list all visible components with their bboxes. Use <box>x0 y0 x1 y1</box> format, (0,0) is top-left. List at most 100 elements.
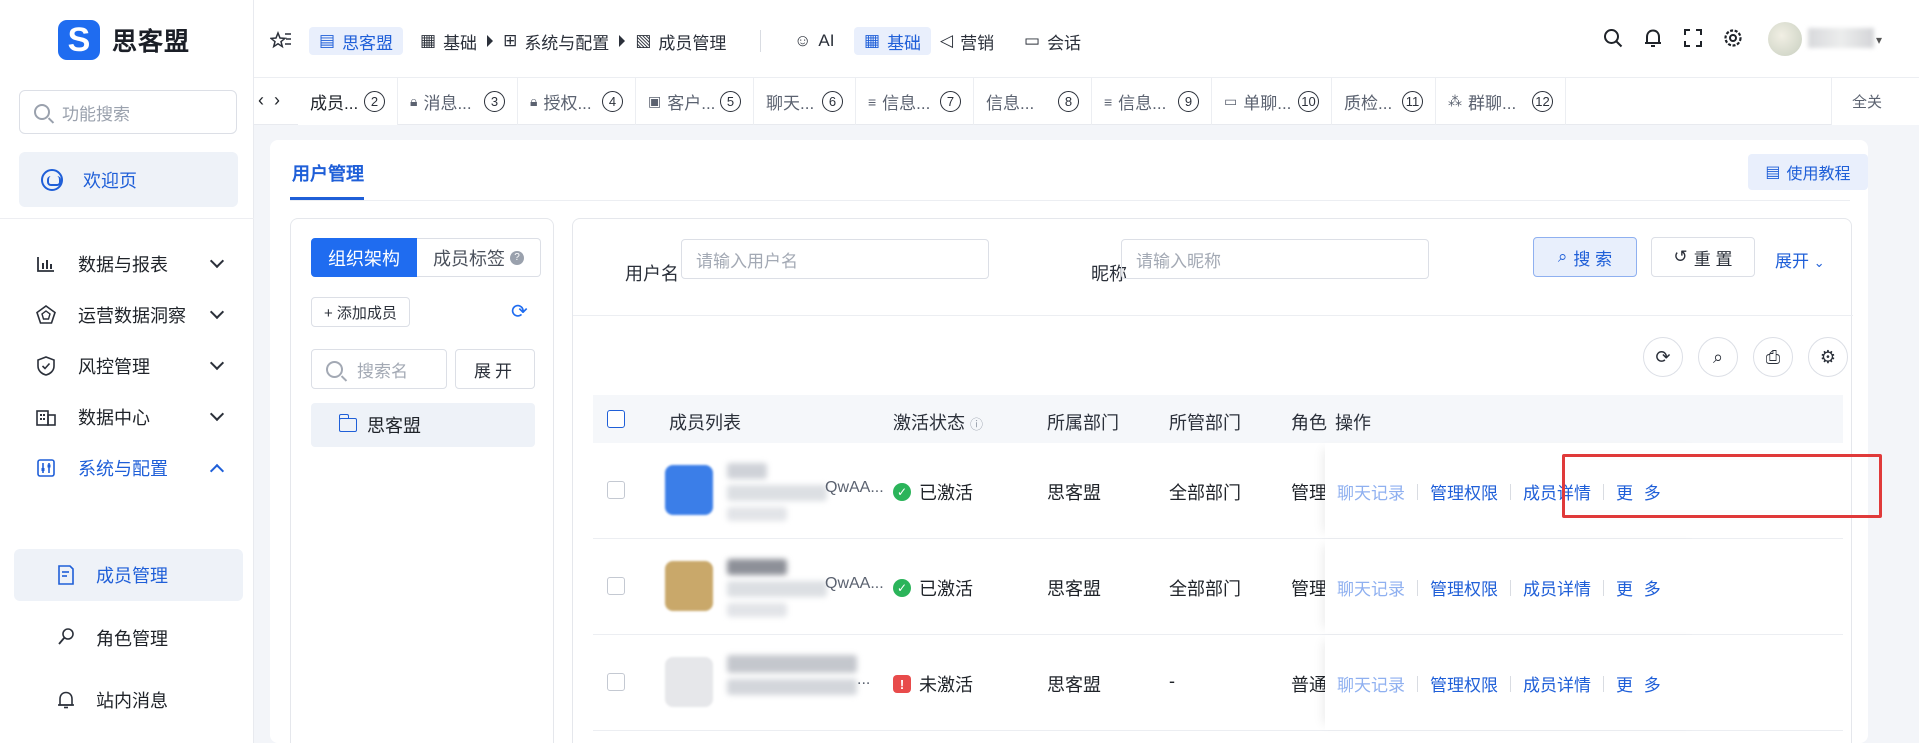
module-session[interactable]: ▭ 会话 <box>1024 27 1081 55</box>
sidebar-item-data-reports[interactable]: 数据与报表 <box>0 239 254 289</box>
breadcrumb-item-base[interactable]: 基础 <box>443 29 477 54</box>
filter-divider <box>573 315 1853 316</box>
app-root: S 思客盟 功能搜索 欢迎页 数据与报表 运营数据洞察 风控管理 数据中心 系统… <box>0 0 1919 743</box>
tabs-bar: ‹› 成员... 2 🔒︎ 消息... 3 🔒︎ 授权... 4 ▣ 客户...… <box>254 78 1919 125</box>
module-base[interactable]: ▦ 基础 <box>854 27 932 55</box>
sidebar-item-risk-control[interactable]: 风控管理 <box>0 341 254 391</box>
sidebar-item-label: 风控管理 <box>78 357 150 377</box>
tab-user-management[interactable]: 用户管理 <box>292 160 364 186</box>
member-tags-tab[interactable]: 成员标签 ? <box>417 238 541 277</box>
member-meta-blurred <box>727 603 787 617</box>
member-details-link[interactable]: 成员详情 <box>1523 671 1591 696</box>
org-switch-pill[interactable]: ▤ 思客盟 <box>309 27 404 55</box>
tab-single-chat[interactable]: ▭ 单聊... 10 <box>1212 78 1332 125</box>
sidebar-subitem-site-messages[interactable]: 站内消息 <box>14 674 243 726</box>
nickname-input[interactable]: 请输入昵称 <box>1121 239 1429 279</box>
member-details-link[interactable]: 成员详情 <box>1523 575 1591 600</box>
chevron-down-icon[interactable]: ▾ <box>1876 33 1882 47</box>
table-row: QwAA... ✓ 已激活 思客盟 全部部门 管理员 聊天记录 管理权限 <box>593 539 1843 635</box>
expand-filters-link[interactable]: 展开 ⌄ <box>1775 247 1825 272</box>
chat-icon: ▭ <box>1024 31 1041 50</box>
tab-customer[interactable]: ▣ 客户... 5 <box>636 78 754 125</box>
tab-index-badge: 12 <box>1532 91 1553 112</box>
sidebar-subitem-role-management[interactable]: 角色管理 <box>14 612 243 664</box>
tree-node-root[interactable]: 思客盟 <box>311 403 535 447</box>
col-activation: 激活状态 ⓘ <box>893 409 983 435</box>
key-icon <box>56 628 76 648</box>
tab-qc[interactable]: 质检... 11 <box>1332 78 1436 125</box>
row-checkbox[interactable] <box>607 577 625 595</box>
list-search-icon: ≡ <box>868 93 877 110</box>
refresh-icon[interactable]: ⟳ <box>1643 337 1683 377</box>
refresh-icon[interactable]: ⟳ <box>511 299 528 324</box>
fullscreen-icon[interactable] <box>1681 26 1705 50</box>
module-marketing[interactable]: ◁ 营销 <box>940 27 994 55</box>
row-checkbox[interactable] <box>607 673 625 691</box>
breadcrumb-item-member[interactable]: 成员管理 <box>658 29 726 54</box>
col-managed-dept: 所管部门 <box>1169 413 1241 433</box>
manage-permissions-link[interactable]: 管理权限 <box>1430 575 1498 600</box>
tab-auth[interactable]: 🔒︎ 授权... 4 <box>518 78 636 125</box>
sidebar: S 思客盟 功能搜索 欢迎页 数据与报表 运营数据洞察 风控管理 数据中心 系统… <box>0 0 254 743</box>
chat-history-link[interactable]: 聊天记录 <box>1337 479 1405 504</box>
tab-group-chat[interactable]: ⁂ 群聊... 12 <box>1436 78 1566 125</box>
status-badge: ✓ 已激活 <box>893 479 973 505</box>
search-button[interactable]: ⌕ 搜 索 <box>1533 237 1637 277</box>
shield-check-icon <box>36 356 56 376</box>
tab-message[interactable]: 🔒︎ 消息... 3 <box>398 78 518 125</box>
check-circle-icon: ✓ <box>893 483 911 501</box>
username-input[interactable]: 请输入用户名 <box>681 239 989 279</box>
tab-member[interactable]: 成员... 2 <box>298 78 398 125</box>
gear-icon[interactable]: ⚙ <box>1808 337 1848 377</box>
tab-info-1[interactable]: ≡ 信息... 7 <box>856 78 974 125</box>
manage-permissions-link[interactable]: 管理权限 <box>1430 671 1498 696</box>
tutorial-label: 使用教程 <box>1786 166 1851 183</box>
select-all-checkbox[interactable] <box>607 410 625 428</box>
tutorial-button[interactable]: ▤ 使用教程 <box>1748 154 1868 190</box>
sidebar-subitem-member-management[interactable]: 成员管理 <box>14 549 243 601</box>
search-icon[interactable] <box>1601 26 1625 50</box>
manage-permissions-link[interactable]: 管理权限 <box>1430 479 1498 504</box>
breadcrumb-item-system[interactable]: 系统与配置 <box>524 29 609 54</box>
tab-chat[interactable]: 聊天... 6 <box>754 78 856 125</box>
print-icon[interactable]: ⎙ <box>1753 337 1793 377</box>
add-member-button[interactable]: + 添加成员 <box>311 297 410 327</box>
sidebar-item-ops-insight[interactable]: 运营数据洞察 <box>0 290 254 340</box>
tab-info-2[interactable]: 信息... 8 <box>974 78 1092 125</box>
function-search-input[interactable]: 功能搜索 <box>19 90 237 134</box>
reset-button[interactable]: ↺ 重 置 <box>1651 237 1755 277</box>
close-all-tabs-button[interactable]: 全关 <box>1831 78 1919 125</box>
status-badge: ! 未激活 <box>893 671 973 697</box>
search-icon[interactable]: ⌕ <box>1698 337 1738 377</box>
contact-card-icon: ▣ <box>648 93 662 109</box>
more-actions-link[interactable]: 更 多 <box>1616 575 1664 600</box>
sidebar-item-data-center[interactable]: 数据中心 <box>0 392 254 442</box>
tab-info-3[interactable]: ≡ 信息... 9 <box>1092 78 1212 125</box>
member-id-blurred <box>727 581 827 597</box>
username-label: 用户名 <box>625 264 679 284</box>
module-ai[interactable]: ☺ AI <box>794 27 834 55</box>
sidebar-item-welcome[interactable]: 欢迎页 <box>19 152 238 207</box>
member-doc-icon <box>56 565 76 585</box>
expand-tree-button[interactable]: 展开 <box>455 349 535 389</box>
grid-icon: ▦ <box>420 31 437 50</box>
sidebar-subitem-label: 站内消息 <box>96 691 168 711</box>
chevron-down-icon <box>209 304 225 320</box>
chat-history-link[interactable]: 聊天记录 <box>1337 575 1405 600</box>
tab-scroll-arrows[interactable]: ‹› <box>258 90 290 111</box>
cell-department: 思客盟 <box>1047 483 1101 503</box>
sidebar-item-system-config[interactable]: 系统与配置 <box>0 443 254 493</box>
cell-role: 普通成员 <box>1291 675 1327 695</box>
bell-icon[interactable] <box>1641 26 1665 50</box>
user-avatar[interactable] <box>1768 22 1802 56</box>
more-actions-link[interactable]: 更 多 <box>1616 671 1664 696</box>
chevron-down-icon <box>209 406 225 422</box>
chat-history-link[interactable]: 聊天记录 <box>1337 671 1405 696</box>
org-structure-tab[interactable]: 组织架构 <box>311 238 417 277</box>
row-checkbox[interactable] <box>607 481 625 499</box>
gear-icon[interactable] <box>1721 26 1745 50</box>
app-logo[interactable]: S 思客盟 <box>58 20 190 60</box>
status-badge: ✓ 已激活 <box>893 575 973 601</box>
favorites-icon[interactable] <box>270 27 292 55</box>
org-search-input[interactable]: 搜索名 <box>311 349 447 389</box>
